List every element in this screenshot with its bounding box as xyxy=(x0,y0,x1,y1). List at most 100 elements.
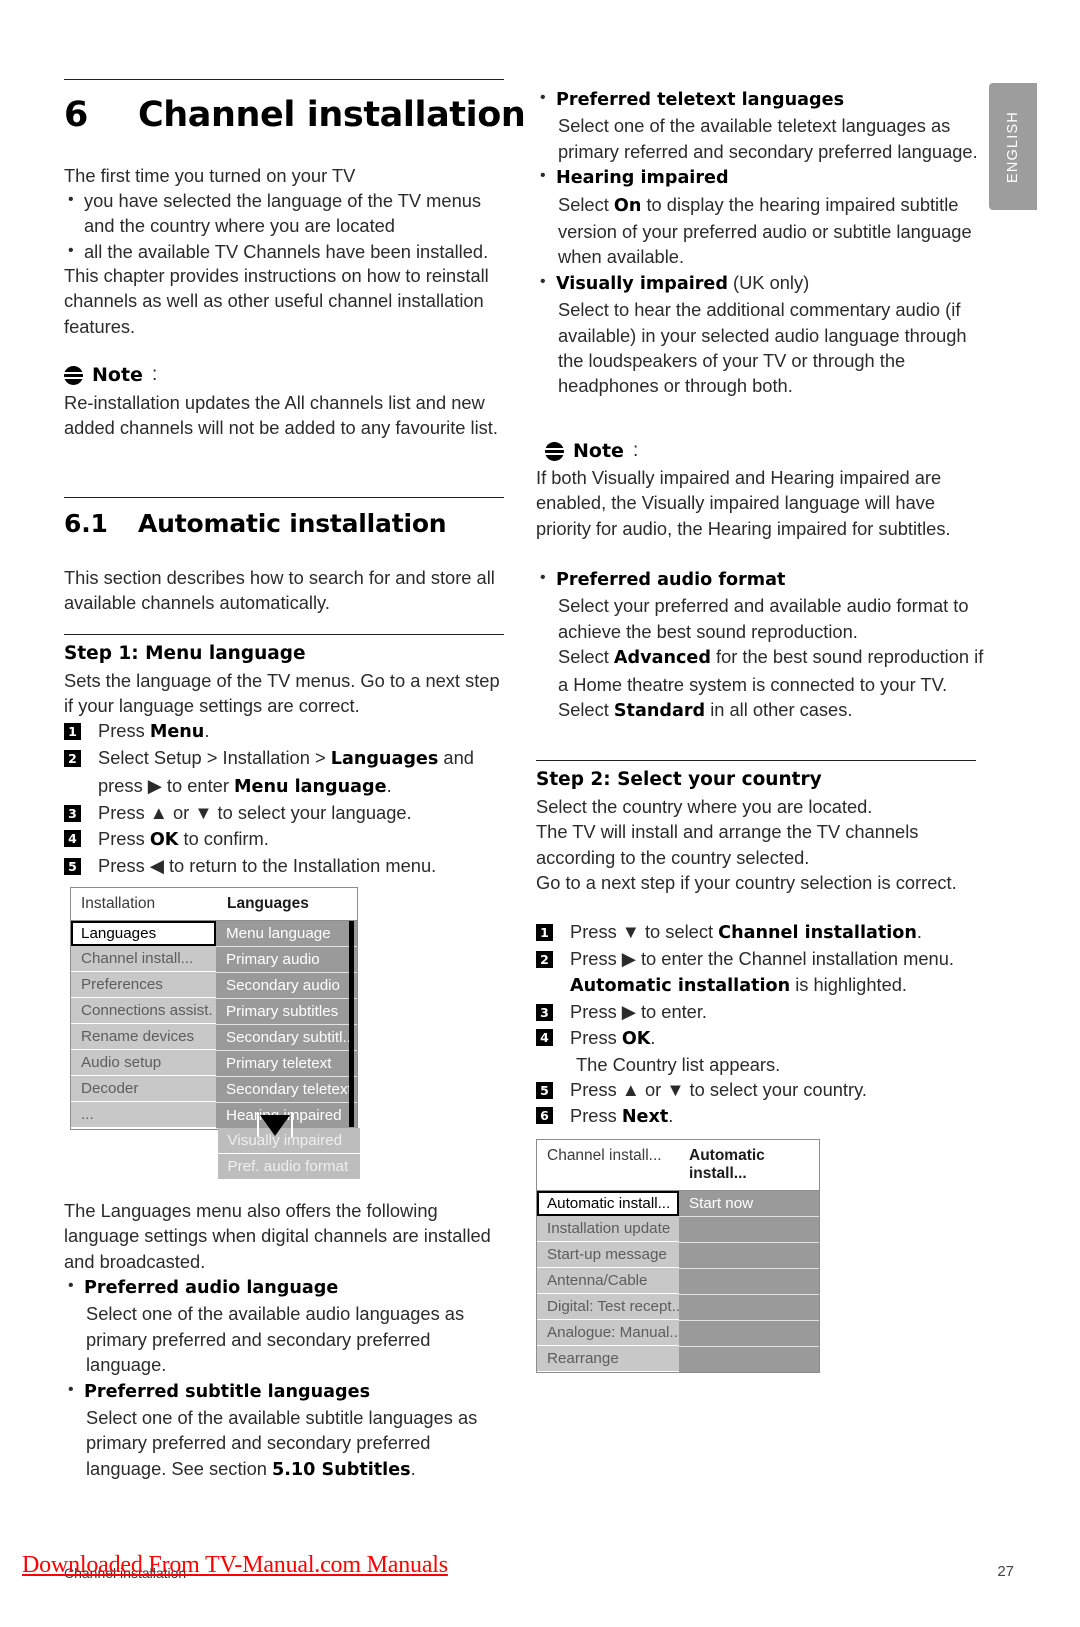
step2-intro: Select the country where you are located… xyxy=(536,796,957,894)
note-label: Note xyxy=(92,364,143,386)
step-text: Press xyxy=(98,827,150,849)
tv-menu-header: Installation Languages xyxy=(71,888,357,921)
step2-rule xyxy=(536,760,976,761)
languages-menu-note: The Languages menu also offers the follo… xyxy=(64,1200,491,1272)
section-number: 6.1 xyxy=(64,509,108,538)
step-text: Select Setup > Installation > xyxy=(98,747,331,769)
tv-menu-item[interactable]: Antenna/Cable xyxy=(537,1268,679,1294)
tv-menu-item-empty[interactable] xyxy=(679,1217,819,1243)
step2-heading: Step 2: Select your country xyxy=(536,769,822,790)
tv-menu-item[interactable]: Installation update xyxy=(537,1216,679,1242)
list-item: you have selected the language of the TV… xyxy=(64,187,508,239)
tv-menu-item[interactable]: Audio setup xyxy=(71,1050,216,1076)
step-text: Press ▼ to select xyxy=(570,921,719,942)
step-text-post: . xyxy=(386,774,392,796)
list-item: 1 Press Menu. xyxy=(64,718,509,745)
step-number-badge: 1 xyxy=(536,923,553,941)
bullet-term-suffix: (UK only) xyxy=(727,271,810,293)
step-number-badge: 3 xyxy=(536,1003,553,1021)
tv-menu-item[interactable]: Connections assist. xyxy=(71,998,216,1024)
step-text: Press ▶ to enter. xyxy=(570,1001,708,1023)
step1-heading: Step 1: Menu language xyxy=(64,643,306,664)
tv-menu-item-empty[interactable] xyxy=(679,1347,819,1372)
tv-menu-header-left: Installation xyxy=(81,895,156,912)
tv-menu-item[interactable]: Analogue: Manual... xyxy=(537,1320,679,1346)
tv-menu-item[interactable]: Preferences xyxy=(71,972,216,998)
note-heading-1: Note: xyxy=(64,364,157,386)
list-item: 4 Press OK to confirm. xyxy=(64,826,509,853)
tv-menu-item[interactable]: Rename devices xyxy=(71,1024,216,1050)
bullet-description-line2: Select Advanced for the best sound repro… xyxy=(556,644,986,724)
intro-after-paragraph: This chapter provides instructions on ho… xyxy=(64,265,489,337)
list-item: Preferred subtitle languages Select one … xyxy=(64,1377,508,1484)
step-text-post: and xyxy=(438,747,474,769)
list-item: Hearing impaired Select On to display th… xyxy=(536,163,984,270)
list-item: 4 Press OK. xyxy=(536,1025,991,1052)
list-item: 6 Press Next. xyxy=(536,1103,991,1130)
step-text: Press ▲ or ▼ to select your language. xyxy=(98,802,412,824)
step-bold: Menu language xyxy=(234,776,387,797)
bullet-description-post: . xyxy=(410,1457,416,1479)
tv-menu-item[interactable]: Primary teletext xyxy=(215,1051,357,1077)
note-icon xyxy=(545,441,564,461)
tv-menu-item-selected[interactable]: Languages xyxy=(71,921,216,946)
tv-menu-scrollbar[interactable] xyxy=(349,921,354,1127)
tv-menu-item[interactable]: Digital: Test recept... xyxy=(537,1294,679,1320)
tv-menu-body: Automatic install... Installation update… xyxy=(537,1191,819,1372)
tv-menu-item-empty[interactable] xyxy=(679,1295,819,1321)
list-item: 5 Press ▲ or ▼ to select your country. xyxy=(536,1077,991,1102)
step-number-badge: 2 xyxy=(64,749,81,767)
tv-menu-item[interactable]: Start-up message xyxy=(537,1242,679,1268)
manual-page: ENGLISH 6 Channel installation The first … xyxy=(0,0,1080,1627)
tv-menu-item[interactable]: Decoder xyxy=(71,1076,216,1102)
list-item: 5 Press ◀ to return to the Installation m… xyxy=(64,853,509,878)
step-bold: Languages xyxy=(330,749,439,770)
tv-menu-item[interactable]: Secondary teletext xyxy=(215,1077,357,1103)
note-heading-2: Note: xyxy=(545,440,638,462)
step-bold: OK xyxy=(149,829,179,850)
step-text-post: is highlighted. xyxy=(790,973,908,995)
tv-menu-item[interactable]: Channel install... xyxy=(71,946,216,972)
tv-menu-item-empty[interactable] xyxy=(679,1269,819,1295)
tv-menu-item[interactable]: Secondary subtitl.. xyxy=(215,1025,357,1051)
watermark-link[interactable]: Downloaded From TV-Manual.com Manuals xyxy=(22,1552,448,1579)
step-number-badge: 4 xyxy=(64,830,81,848)
bullet-description: Select to hear the additional commentary… xyxy=(558,299,967,397)
bullet-description: Select one of the available subtitle lan… xyxy=(84,1405,508,1483)
tv-menu-header-right: Languages xyxy=(227,895,309,912)
tv-menu-item[interactable]: Start now xyxy=(679,1191,819,1217)
tv-menu-item[interactable]: Menu language xyxy=(215,921,357,947)
tv-menu-item[interactable]: Rearrange xyxy=(537,1346,679,1371)
tv-menu-item[interactable]: Secondary audio xyxy=(215,973,357,999)
chapter-title: Channel installation xyxy=(138,95,526,135)
tv-menu-item[interactable]: ... xyxy=(71,1102,216,1127)
bullet-description: Select one of the available teletext lan… xyxy=(558,115,978,162)
step-text-post: . xyxy=(204,720,210,741)
step-number-badge: 3 xyxy=(64,804,81,822)
bullet-term: Preferred teletext languages xyxy=(556,90,845,110)
tv-menu-header: Channel install... Automatic install... xyxy=(537,1140,819,1191)
step-text: Press ◀ to return to the Installation me… xyxy=(98,855,437,877)
tv-menu-left-column: Automatic install... Installation update… xyxy=(537,1191,679,1372)
step-text-post: . xyxy=(916,921,922,942)
tv-menu-item[interactable]: Primary audio xyxy=(215,947,357,973)
list-item: 1 Press ▼ to select Channel installation. xyxy=(536,919,991,946)
list-item: all the available TV Channels have been … xyxy=(64,238,508,264)
list-item-continuation: press ▶ to enter Menu language. xyxy=(64,773,509,800)
step-number-badge: 6 xyxy=(536,1107,553,1125)
note-body-1: Re-installation updates the All channels… xyxy=(64,392,498,439)
list-item-continuation: Automatic installation is highlighted. xyxy=(536,972,991,999)
tv-menu-item-empty[interactable] xyxy=(679,1321,819,1347)
tv-menu-item-empty[interactable] xyxy=(679,1243,819,1269)
tv-menu-item-selected[interactable]: Automatic install... xyxy=(537,1191,679,1216)
step-number-badge: 1 xyxy=(64,722,81,740)
tv-menu-item[interactable]: Pref. audio format xyxy=(217,1154,360,1179)
section-title-text: Automatic installation xyxy=(138,509,447,538)
tv-menu-languages: Installation Languages Languages Channel… xyxy=(70,887,360,1179)
tv-menu-item[interactable]: Primary subtitles xyxy=(215,999,357,1025)
step-bold: Automatic installation xyxy=(570,975,791,996)
language-tab-english: ENGLISH xyxy=(989,83,1037,210)
step-text-post: to confirm. xyxy=(178,827,269,849)
step-text: The Country list appears. xyxy=(576,1054,781,1076)
list-item-continuation: The Country list appears. xyxy=(536,1052,991,1077)
